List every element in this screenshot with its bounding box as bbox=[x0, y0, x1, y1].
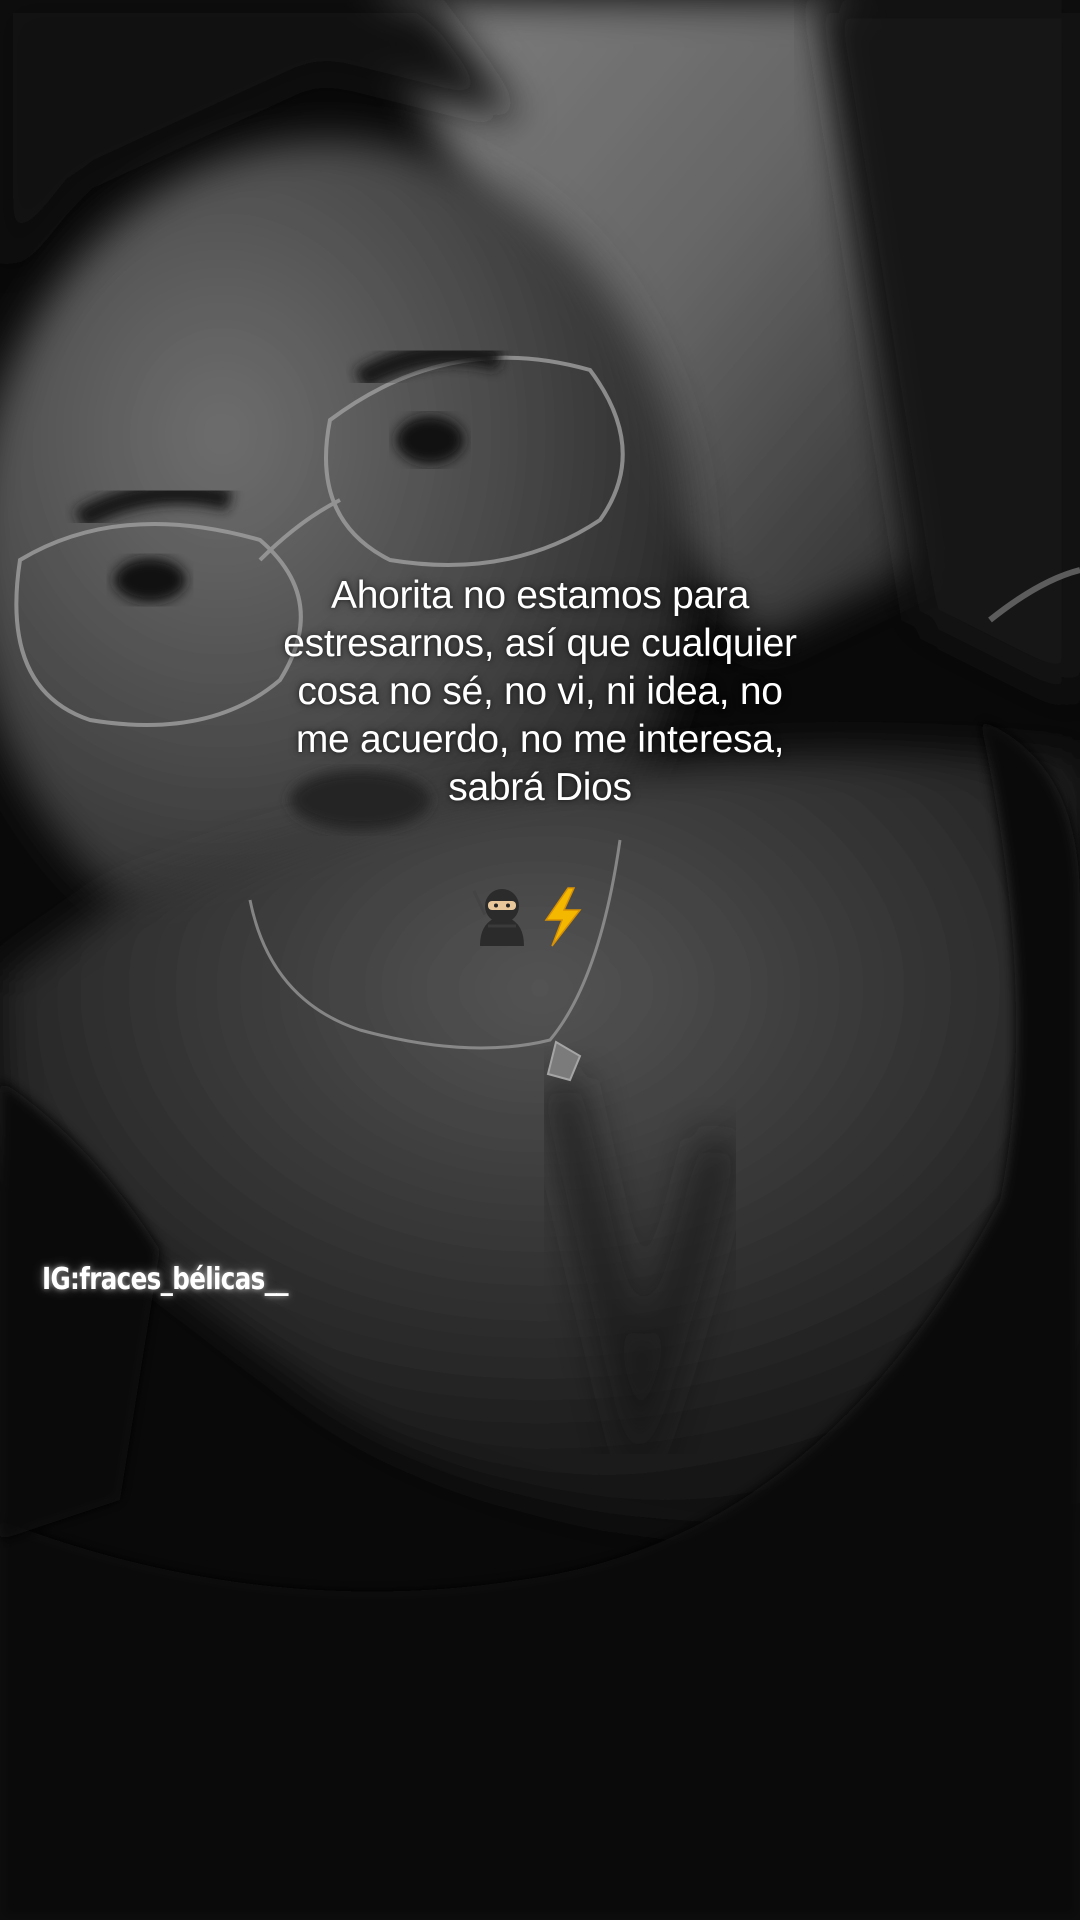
caption-line: Ahorita no estamos para bbox=[330, 574, 749, 617]
background-photo bbox=[0, 0, 1080, 1920]
lightning-bolt-icon bbox=[544, 887, 582, 947]
instagram-handle: IG:fraces_bélicas__ bbox=[42, 1262, 289, 1297]
caption-line: estresarnos, así que cualquier bbox=[283, 622, 797, 665]
emoji-row bbox=[472, 887, 582, 947]
caption-line: cosa no sé, no vi, ni idea, no bbox=[297, 670, 783, 713]
caption-text: Ahorita no estamos para estresarnos, así… bbox=[240, 572, 840, 812]
caption-line: me acuerdo, no me interesa, bbox=[295, 718, 785, 761]
caption-line: sabrá Dios bbox=[448, 766, 632, 809]
video-frame: Ahorita no estamos para estresarnos, así… bbox=[0, 0, 1080, 1920]
ninja-icon bbox=[472, 889, 524, 946]
